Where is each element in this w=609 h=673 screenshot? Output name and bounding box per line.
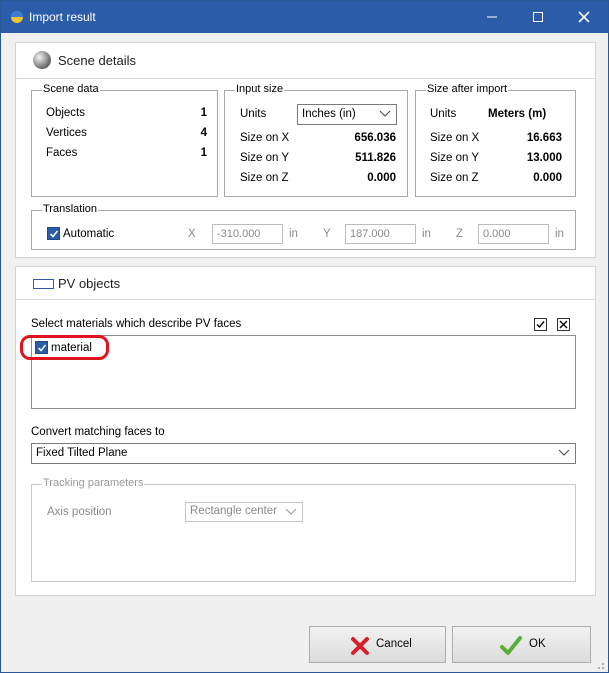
translation-label: Translation	[42, 203, 99, 215]
scene-details-header: Scene details	[16, 43, 595, 79]
pv-objects-panel: PV objects Select materials which descri…	[15, 266, 596, 596]
cancel-x-icon	[350, 636, 370, 659]
output-units-value: Meters (m)	[488, 108, 547, 120]
scene-details-panel: Scene details Scene data Objects 1 Verti…	[15, 42, 596, 258]
chevron-down-icon	[379, 110, 391, 117]
translation-x-field[interactable]: -310.000	[212, 224, 283, 244]
automatic-checkbox[interactable]	[47, 227, 60, 240]
materials-list: material	[31, 335, 576, 409]
scene-details-title: Scene details	[58, 53, 137, 68]
highlight-annotation	[20, 335, 109, 360]
translation-y-label: Y	[323, 228, 331, 240]
translation-x-unit: in	[289, 228, 298, 240]
input-size-x-label: Size on X	[240, 132, 290, 144]
automatic-label: Automatic	[63, 228, 115, 240]
axis-position-value: Rectangle center	[190, 505, 277, 517]
close-button[interactable]	[561, 1, 607, 33]
size-after-import-group: Size after import Units Meters (m) Size …	[415, 83, 576, 197]
scene-data-group: Scene data Objects 1 Vertices 4 Faces 1	[31, 83, 218, 197]
pv-panel-icon	[33, 279, 54, 289]
vertices-value: 4	[200, 127, 207, 139]
tracking-parameters-group: Tracking parameters Axis position Rectan…	[31, 477, 576, 582]
vertices-label: Vertices	[46, 127, 87, 139]
objects-value: 1	[200, 107, 207, 119]
translation-y-unit: in	[422, 228, 431, 240]
output-size-x-label: Size on X	[430, 132, 480, 144]
uncheck-all-button[interactable]	[557, 318, 570, 331]
title-bar: Import result	[1, 1, 608, 33]
scene-data-label: Scene data	[42, 83, 100, 95]
app-icon	[9, 9, 25, 25]
pv-objects-title: PV objects	[58, 276, 121, 291]
translation-y-field[interactable]: 187.000	[345, 224, 416, 244]
convert-value: Fixed Tilted Plane	[36, 447, 128, 459]
translation-z-label: Z	[456, 228, 464, 240]
chevron-down-icon	[558, 449, 570, 456]
materials-label: Select materials which describe PV faces	[31, 318, 242, 330]
chevron-down-icon	[285, 508, 297, 515]
maximize-icon	[533, 12, 543, 22]
output-size-z-label: Size on Z	[430, 172, 479, 184]
resize-grip-icon[interactable]	[595, 659, 605, 673]
faces-value: 1	[200, 147, 207, 159]
check-all-icon	[536, 321, 545, 329]
close-icon	[578, 11, 590, 23]
ok-label: OK	[529, 638, 546, 650]
input-size-x-value: 656.036	[354, 132, 396, 144]
output-units-label: Units	[430, 108, 457, 120]
import-result-window: Import result Scene details Scene data O…	[0, 0, 609, 673]
input-size-label: Input size	[235, 83, 285, 95]
convert-select[interactable]: Fixed Tilted Plane	[31, 443, 576, 464]
input-size-group: Input size Units Inches (in) Size on X 6…	[224, 83, 408, 197]
uncheck-all-icon	[559, 320, 568, 329]
maximize-button[interactable]	[515, 1, 561, 33]
input-units-value: Inches (in)	[302, 108, 356, 120]
input-size-z-value: 0.000	[367, 172, 396, 184]
checkmark-icon	[49, 230, 59, 238]
faces-label: Faces	[46, 147, 78, 159]
translation-z-value: 0.000	[483, 228, 511, 240]
input-size-y-label: Size on Y	[240, 152, 290, 164]
ok-checkmark-icon	[500, 635, 522, 660]
check-all-button[interactable]	[534, 318, 547, 331]
cancel-button[interactable]: Cancel	[309, 626, 446, 663]
translation-z-unit: in	[555, 228, 564, 240]
cancel-label: Cancel	[376, 638, 412, 650]
minimize-button[interactable]	[469, 1, 515, 33]
translation-y-value: 187.000	[350, 228, 390, 240]
axis-position-select[interactable]: Rectangle center	[185, 502, 303, 522]
minimize-icon	[487, 16, 497, 18]
translation-x-value: -310.000	[217, 228, 261, 240]
translation-group: Translation Automatic X -310.000 in Y 18…	[31, 203, 576, 250]
size-after-import-label: Size after import	[426, 83, 509, 95]
sphere-icon	[32, 50, 52, 73]
input-units-select[interactable]: Inches (in)	[297, 104, 397, 125]
input-size-z-label: Size on Z	[240, 172, 289, 184]
convert-label: Convert matching faces to	[31, 426, 165, 438]
objects-label: Objects	[46, 107, 85, 119]
input-size-y-value: 511.826	[355, 152, 396, 164]
output-size-y-label: Size on Y	[430, 152, 480, 164]
axis-position-label: Axis position	[47, 506, 112, 518]
output-size-x-value: 16.663	[526, 132, 562, 144]
input-units-label: Units	[240, 108, 267, 120]
window-title: Import result	[29, 10, 96, 24]
translation-x-label: X	[188, 228, 196, 240]
output-size-z-value: 0.000	[533, 172, 562, 184]
pv-objects-header: PV objects	[16, 267, 595, 300]
translation-z-field[interactable]: 0.000	[478, 224, 549, 244]
tracking-parameters-label: Tracking parameters	[42, 477, 145, 489]
output-size-y-value: 13.000	[526, 152, 562, 164]
ok-button[interactable]: OK	[452, 626, 591, 663]
